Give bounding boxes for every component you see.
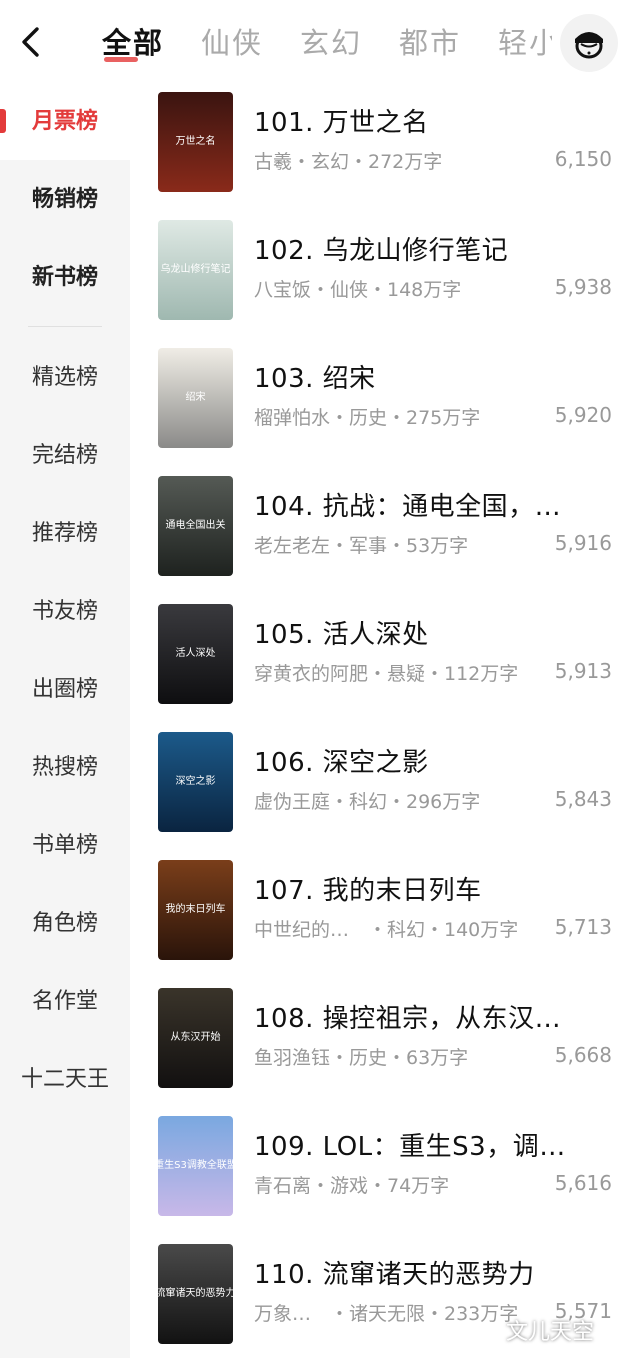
sidebar-item-monthly-ticket[interactable]: 月票榜 (0, 102, 130, 142)
ticket-count: 5,916 (554, 531, 612, 555)
book-cover[interactable]: 深空之影 (158, 732, 233, 832)
tab-xianxia[interactable]: 仙侠 (201, 18, 263, 68)
ticket-count: 5,713 (554, 915, 612, 939)
book-title[interactable]: 107. 我的末日列车 (254, 870, 614, 907)
ticket-count: 6,150 (554, 147, 612, 171)
book-meta: 榴弹怕水・历史・275万字 (254, 407, 481, 429)
svg-text:绍宋: 绍宋 (186, 390, 206, 403)
book-title[interactable]: 104. 抗战：通电全国，… (254, 486, 614, 523)
book-meta: 八宝饭・仙侠・148万字 (254, 279, 462, 301)
sidebar-item-hot-search[interactable]: 热搜榜 (0, 748, 130, 788)
tab-xuanhuan[interactable]: 玄幻 (300, 18, 362, 68)
svg-text:通电全国出关: 通电全国出关 (166, 518, 226, 531)
book-title[interactable]: 108. 操控祖宗，从东汉… (254, 998, 614, 1035)
ticket-count: 5,843 (554, 787, 612, 811)
user-avatar-icon (575, 32, 603, 59)
svg-text:万世之名: 万世之名 (176, 134, 216, 147)
ticket-count: 5,616 (554, 1171, 612, 1195)
list-item[interactable]: 万世之名 101. 万世之名 古羲・玄幻・272万字 6,150 (158, 92, 618, 192)
sidebar-item-book-list[interactable]: 书单榜 (0, 826, 130, 866)
book-meta: 鱼羽渔钰・历史・63万字 (254, 1047, 469, 1069)
sidebar-item-twelve-kings[interactable]: 十二天王 (0, 1060, 130, 1100)
book-meta: 虚伪王庭・科幻・296万字 (254, 791, 481, 813)
category-tabs: 全部 仙侠 玄幻 都市 轻小说 (102, 18, 552, 68)
svg-text:活人深处: 活人深处 (176, 647, 216, 659)
book-meta: 老左老左・军事・53万字 (254, 535, 469, 557)
list-item[interactable]: 我的末日列车 107. 我的末日列车 中世纪的… ・科幻・140万字 5,713 (158, 860, 618, 960)
sidebar-item-characters[interactable]: 角色榜 (0, 904, 130, 944)
book-cover[interactable]: 乌龙山修行笔记 (158, 220, 233, 320)
svg-text:深空之影: 深空之影 (176, 774, 216, 787)
back-button[interactable] (12, 22, 48, 62)
list-item[interactable]: 通电全国出关 104. 抗战：通电全国，… 老左老左・军事・53万字 5,916 (158, 476, 618, 576)
list-item[interactable]: 从东汉开始 108. 操控祖宗，从东汉… 鱼羽渔钰・历史・63万字 5,668 (158, 988, 618, 1088)
sidebar-item-completed[interactable]: 完结榜 (0, 436, 130, 476)
book-cover[interactable]: 活人深处 (158, 604, 233, 704)
sidebar-item-new-books[interactable]: 新书榜 (0, 258, 130, 298)
sidebar-item-hall-of-fame[interactable]: 名作堂 (0, 982, 130, 1022)
book-meta: 中世纪的… ・科幻・140万字 (254, 919, 519, 941)
book-cover[interactable]: 绍宋 (158, 348, 233, 448)
sidebar-item-breakout[interactable]: 出圈榜 (0, 670, 130, 710)
book-title[interactable]: 106. 深空之影 (254, 742, 614, 779)
tab-light-novel[interactable]: 轻小说 (498, 18, 552, 68)
book-cover[interactable]: 从东汉开始 (158, 988, 233, 1088)
list-item[interactable]: 活人深处 105. 活人深处 穿黄衣的阿肥・悬疑・112万字 5,913 (158, 604, 618, 704)
watermark: 文儿天空 (506, 1320, 595, 1345)
tab-dushi[interactable]: 都市 (399, 18, 461, 68)
list-item[interactable]: 乌龙山修行笔记 102. 乌龙山修行笔记 八宝饭・仙侠・148万字 5,938 (158, 220, 618, 320)
ticket-count: 5,938 (554, 275, 612, 299)
sidebar-divider (28, 326, 102, 327)
svg-text:重生S3调教全联盟: 重生S3调教全联盟 (158, 1158, 233, 1171)
sidebar-item-bestseller[interactable]: 畅销榜 (0, 180, 130, 220)
book-cover[interactable]: 重生S3调教全联盟 (158, 1116, 233, 1216)
tab-all[interactable]: 全部 (102, 18, 164, 68)
sidebar-item-reader-friends[interactable]: 书友榜 (0, 592, 130, 632)
list-item[interactable]: 深空之影 106. 深空之影 虚伪王庭・科幻・296万字 5,843 (158, 732, 618, 832)
book-title[interactable]: 105. 活人深处 (254, 614, 614, 651)
ranking-sidebar: 月票榜 畅销榜 新书榜 精选榜 完结榜 推荐榜 书友榜 出圈榜 热搜榜 书单榜 … (0, 86, 130, 1358)
book-meta: 万象… ・诸天无限・233万字 (254, 1303, 519, 1325)
ticket-count: 5,913 (554, 659, 612, 683)
sidebar-item-featured[interactable]: 精选榜 (0, 358, 130, 398)
book-cover[interactable]: 通电全国出关 (158, 476, 233, 576)
book-meta: 青石离・游戏・74万字 (254, 1175, 450, 1197)
svg-text:流窜诸天的恶势力: 流窜诸天的恶势力 (158, 1286, 233, 1299)
book-meta: 穿黄衣的阿肥・悬疑・112万字 (254, 663, 519, 685)
book-cover[interactable]: 万世之名 (158, 92, 233, 192)
book-title[interactable]: 101. 万世之名 (254, 102, 614, 139)
top-bar: 全部 仙侠 玄幻 都市 轻小说 (0, 0, 640, 86)
svg-text:我的末日列车: 我的末日列车 (166, 902, 226, 915)
book-title[interactable]: 109. LOL：重生S3，调… (254, 1126, 614, 1163)
svg-text:从东汉开始: 从东汉开始 (171, 1030, 221, 1043)
sidebar-item-recommended[interactable]: 推荐榜 (0, 514, 130, 554)
list-item[interactable]: 重生S3调教全联盟 109. LOL：重生S3，调… 青石离・游戏・74万字 5… (158, 1116, 618, 1216)
list-item[interactable]: 绍宋 103. 绍宋 榴弹怕水・历史・275万字 5,920 (158, 348, 618, 448)
book-title[interactable]: 110. 流窜诸天的恶势力 (254, 1254, 614, 1291)
book-meta: 古羲・玄幻・272万字 (254, 151, 443, 173)
ticket-count: 5,920 (554, 403, 612, 427)
book-title[interactable]: 102. 乌龙山修行笔记 (254, 230, 614, 267)
ticket-count: 5,668 (554, 1043, 612, 1067)
book-cover[interactable]: 我的末日列车 (158, 860, 233, 960)
book-title[interactable]: 103. 绍宋 (254, 358, 614, 395)
chevron-left-icon (22, 27, 39, 57)
svg-text:乌龙山修行笔记: 乌龙山修行笔记 (161, 262, 231, 275)
user-avatar-button[interactable] (560, 14, 618, 72)
book-cover[interactable]: 流窜诸天的恶势力 (158, 1244, 233, 1344)
